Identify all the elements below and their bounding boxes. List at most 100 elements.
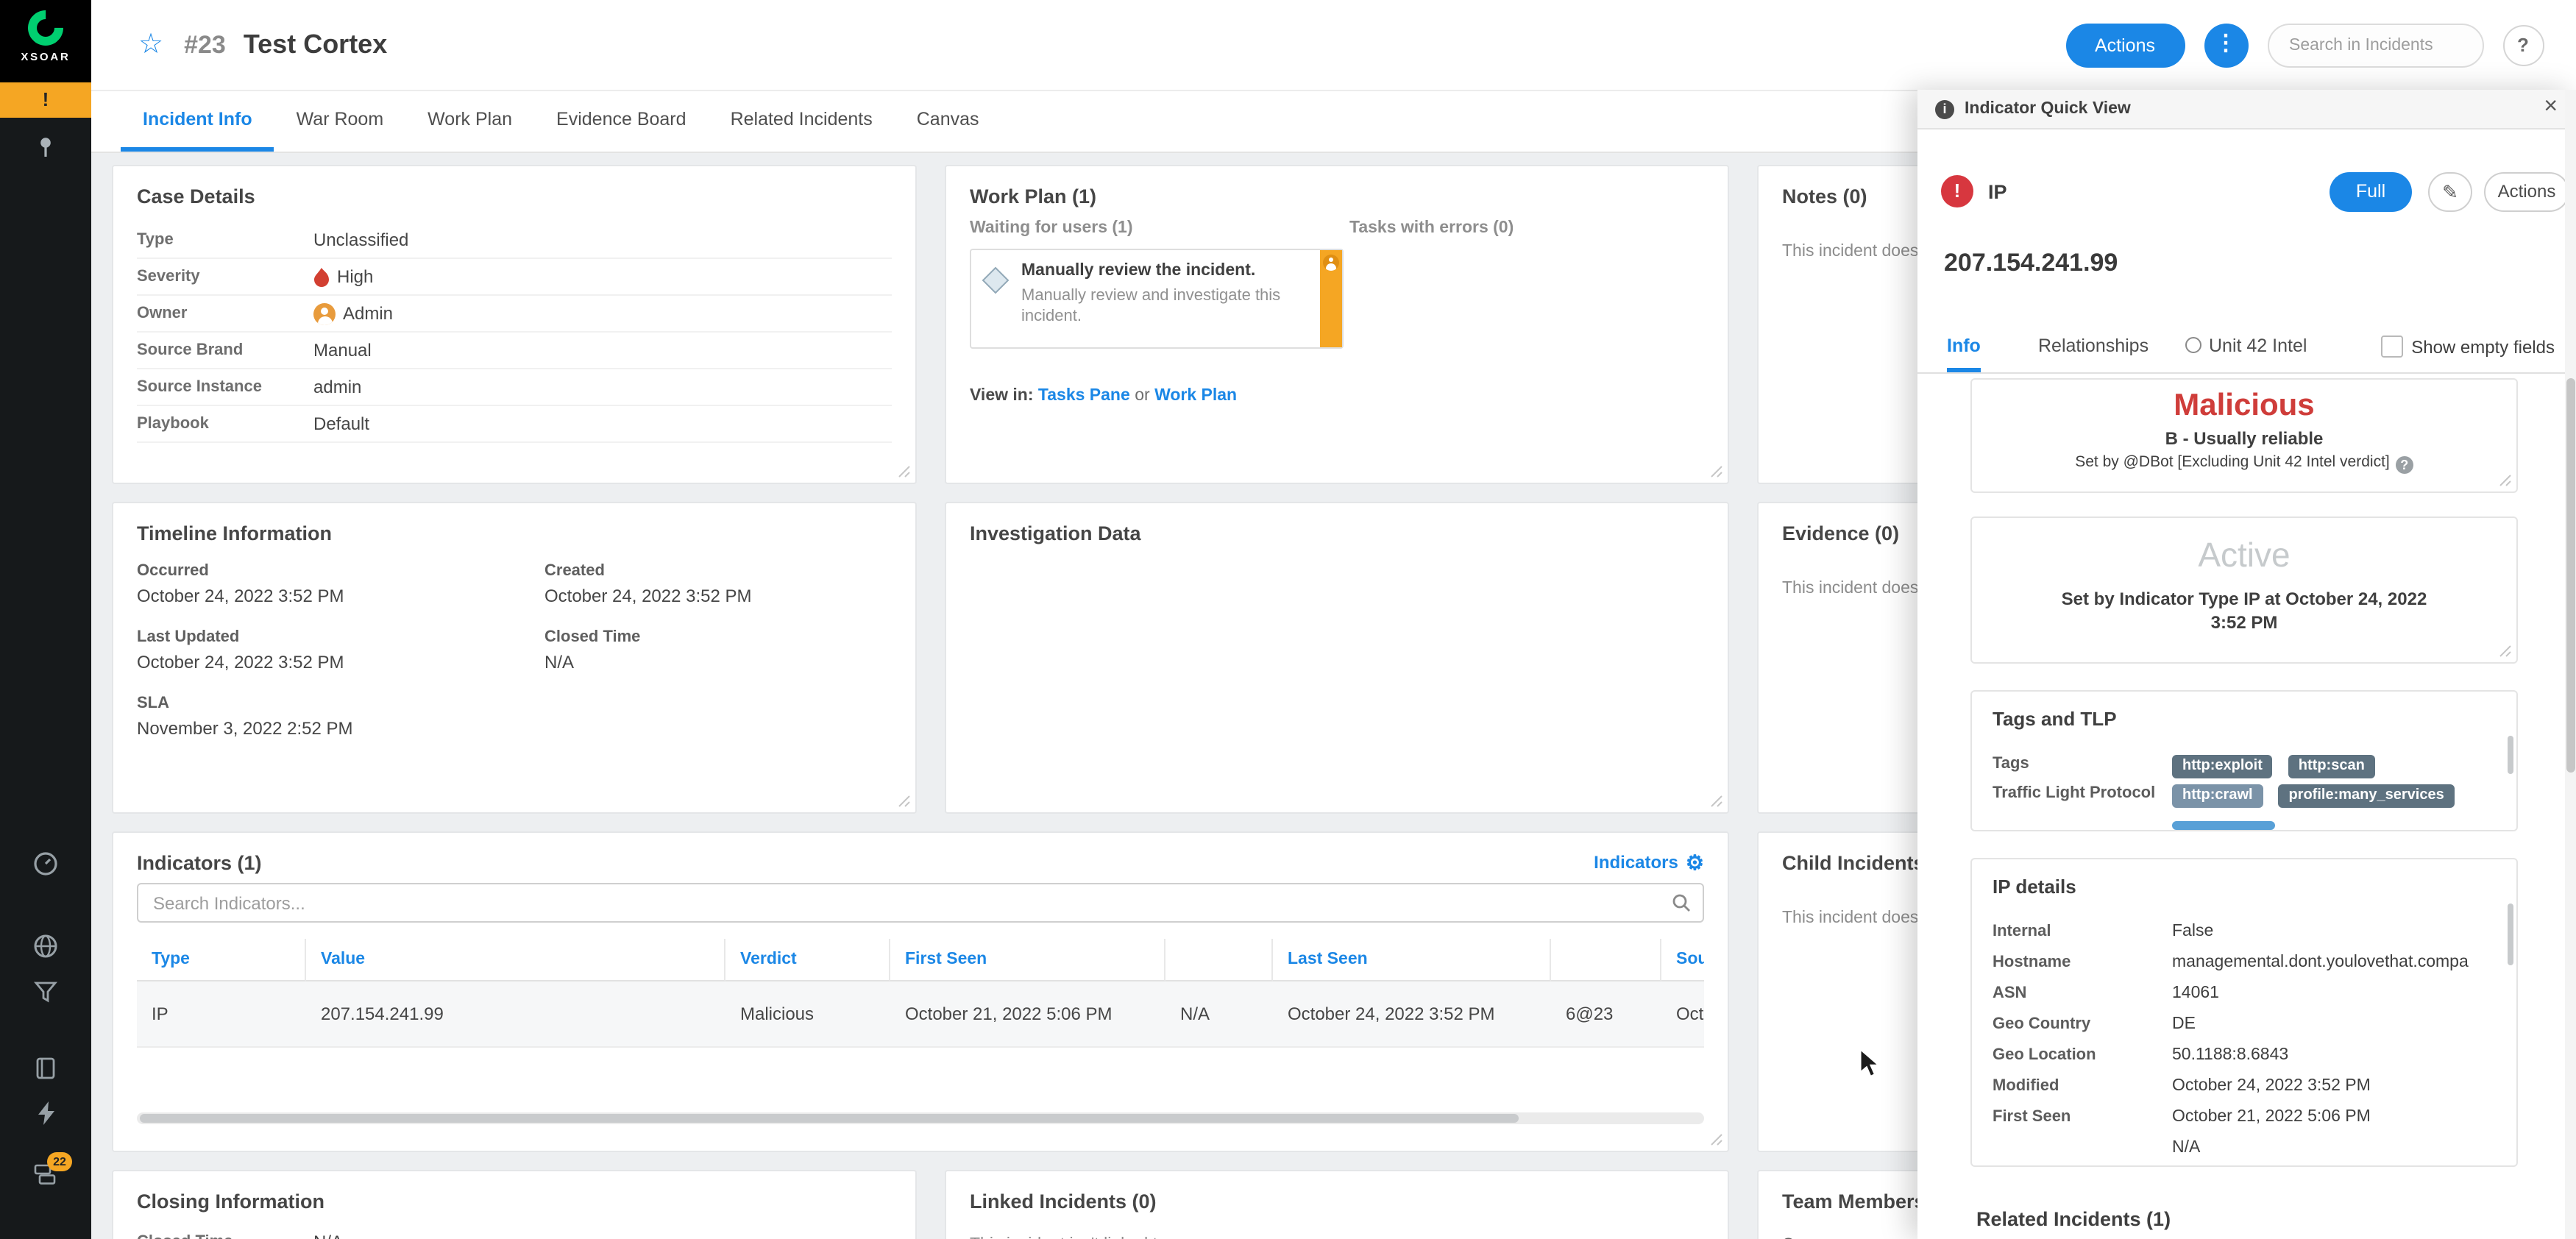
col-type[interactable]: Type bbox=[137, 939, 306, 981]
card-scrollbar-thumb[interactable] bbox=[2508, 736, 2513, 774]
card-title: Timeline Information bbox=[137, 522, 333, 544]
more-menu-button[interactable]: ⋮ bbox=[2204, 23, 2248, 67]
indicators-table-header: Type Value Verdict First Seen Last Seen … bbox=[137, 939, 1704, 981]
favorite-star-icon[interactable]: ☆ bbox=[138, 28, 163, 62]
scrollbar-thumb[interactable] bbox=[2566, 378, 2575, 773]
marketplace-layers-icon[interactable]: 22 bbox=[0, 1152, 91, 1193]
tasks-with-errors-label: Tasks with errors (0) bbox=[1349, 219, 1514, 237]
verdict-value: Malicious bbox=[2174, 388, 2315, 422]
indicators-horizontal-scrollbar[interactable] bbox=[137, 1112, 1704, 1124]
tasks-pane-link[interactable]: Tasks Pane bbox=[1038, 387, 1130, 405]
actions-button[interactable]: Actions bbox=[2065, 23, 2185, 67]
tab-related-incidents[interactable]: Related Incidents bbox=[709, 90, 895, 152]
verdict-card: Malicious B - Usually reliable Set by @D… bbox=[1970, 378, 2518, 493]
task-state-diamond-icon bbox=[982, 266, 1010, 294]
work-plan-card: Work Plan (1) Waiting for users (1) Task… bbox=[945, 165, 1729, 484]
work-plan-link[interactable]: Work Plan bbox=[1154, 387, 1237, 405]
card-title: Investigation Data bbox=[970, 522, 1141, 544]
cell-type: IP bbox=[137, 981, 306, 1048]
edit-pencil-button[interactable]: ✎ bbox=[2428, 172, 2472, 212]
sidebar: XSOAR ! 22 bbox=[0, 0, 91, 1239]
cell-first-seen: October 21, 2022 5:06 PM bbox=[890, 981, 1165, 1048]
tag-badge[interactable]: http:crawl bbox=[2172, 784, 2263, 807]
full-view-button[interactable]: Full bbox=[2330, 172, 2412, 212]
card-scrollbar-thumb[interactable] bbox=[2508, 903, 2513, 965]
question-icon[interactable]: ? bbox=[2395, 456, 2413, 474]
indicators-settings-link[interactable]: Indicators ⚙ bbox=[1594, 852, 1704, 873]
resize-handle[interactable] bbox=[1710, 465, 1723, 478]
pin-icon[interactable] bbox=[0, 135, 91, 166]
playbooks-book-icon[interactable] bbox=[0, 1057, 91, 1087]
quick-view-title: Indicator Quick View bbox=[1965, 100, 2131, 118]
unit42-icon bbox=[2185, 337, 2201, 353]
col-value[interactable]: Value bbox=[306, 939, 725, 981]
tab-war-room[interactable]: War Room bbox=[274, 90, 406, 152]
indicator-type-label: IP bbox=[1988, 181, 2007, 203]
tag-badge[interactable]: profile:many_services bbox=[2278, 784, 2455, 807]
task-description: Manually review and investigate this inc… bbox=[1021, 287, 1281, 325]
indicator-table-row[interactable]: IP 207.154.241.99 Malicious October 21, … bbox=[137, 981, 1704, 1048]
threat-intel-globe-icon[interactable] bbox=[0, 933, 91, 967]
resize-handle[interactable] bbox=[1710, 795, 1723, 808]
info-icon: i bbox=[1935, 99, 1954, 118]
col-first-seen[interactable]: First Seen bbox=[890, 939, 1165, 981]
automation-bolt-icon[interactable] bbox=[0, 1101, 91, 1133]
scrollbar-thumb[interactable] bbox=[140, 1114, 1519, 1123]
resize-handle[interactable] bbox=[2499, 474, 2512, 487]
resize-handle[interactable] bbox=[898, 795, 911, 808]
timeline-card: Timeline Information Occurred October 24… bbox=[112, 502, 917, 814]
tlp-row: Traffic Light Protocol http:crawl profil… bbox=[1993, 780, 2502, 807]
related-incidents-title: Related Incidents (1) bbox=[1976, 1208, 2171, 1230]
tab-canvas[interactable]: Canvas bbox=[895, 90, 1001, 152]
page-vertical-scrollbar[interactable] bbox=[2564, 90, 2576, 1239]
tab-incident-info[interactable]: Incident Info bbox=[121, 90, 274, 152]
cell-incident-link[interactable]: 6@23 bbox=[1551, 981, 1661, 1048]
col-last-seen[interactable]: Last Seen bbox=[1273, 939, 1551, 981]
ip-row-geo-location: Geo Location 50.1188:8.6843 bbox=[1993, 1045, 2289, 1063]
col-blank-1[interactable] bbox=[1165, 939, 1273, 981]
resize-handle[interactable] bbox=[898, 465, 911, 478]
search-icon bbox=[1672, 894, 1690, 912]
col-source-time[interactable]: Source Ti bbox=[1661, 939, 1704, 981]
tab-evidence-board[interactable]: Evidence Board bbox=[534, 90, 709, 152]
case-row-type: Type Unclassified bbox=[137, 222, 892, 259]
qv-tab-info[interactable]: Info bbox=[1947, 325, 1981, 372]
tag-badge[interactable]: http:exploit bbox=[2172, 754, 2273, 778]
timer-icon[interactable] bbox=[0, 851, 91, 884]
verdict-source: Set by @DBot [Excluding Unit 42 Intel ve… bbox=[1972, 453, 2516, 474]
xsoar-logo[interactable]: XSOAR bbox=[0, 0, 91, 82]
closing-row-closed-time: Closed Time N/A bbox=[137, 1224, 892, 1239]
resize-handle[interactable] bbox=[2499, 645, 2512, 658]
close-icon[interactable]: × bbox=[2544, 94, 2558, 121]
col-verdict[interactable]: Verdict bbox=[725, 939, 890, 981]
task-card[interactable]: Manually review the incident. Manually r… bbox=[970, 249, 1344, 349]
linked-incidents-card: Linked Incidents (0) This incident isn't… bbox=[945, 1170, 1729, 1239]
quick-view-header: i Indicator Quick View × bbox=[1917, 90, 2575, 129]
col-blank-2[interactable] bbox=[1551, 939, 1661, 981]
show-empty-fields-toggle[interactable]: Show empty fields bbox=[2380, 336, 2555, 358]
clipped-badge bbox=[2172, 821, 2275, 830]
tab-work-plan[interactable]: Work Plan bbox=[405, 90, 534, 152]
incident-search-input[interactable] bbox=[2267, 23, 2483, 67]
filter-funnel-icon[interactable] bbox=[0, 980, 91, 1011]
show-empty-checkbox[interactable] bbox=[2380, 336, 2403, 358]
task-owner-strip bbox=[1320, 250, 1342, 347]
qv-tab-relationships[interactable]: Relationships bbox=[2038, 325, 2149, 368]
notes-empty-text: This incident does bbox=[1782, 243, 1919, 260]
tag-badge[interactable]: http:scan bbox=[2288, 754, 2375, 778]
qv-tab-unit42-intel[interactable]: Unit 42 Intel bbox=[2185, 325, 2307, 368]
indicators-search-input[interactable] bbox=[137, 883, 1704, 923]
timeline-created: Created October 24, 2022 3:52 PM bbox=[544, 562, 752, 606]
incident-id: #23 bbox=[184, 30, 226, 58]
tags-tlp-card: Tags and TLP Tags http:exploit http:scan… bbox=[1970, 690, 2518, 831]
help-button[interactable]: ? bbox=[2502, 24, 2544, 65]
resize-handle[interactable] bbox=[1710, 1133, 1723, 1146]
cell-indicator-value-link[interactable]: 207.154.241.99 bbox=[306, 981, 725, 1048]
gear-icon[interactable]: ⚙ bbox=[1686, 852, 1704, 873]
card-title: Closing Information bbox=[137, 1190, 324, 1213]
card-title: Case Details bbox=[137, 185, 255, 207]
sidebar-alert-badge[interactable]: ! bbox=[0, 82, 91, 118]
timeline-occurred: Occurred October 24, 2022 3:52 PM bbox=[137, 562, 344, 606]
severity-high-icon bbox=[314, 267, 329, 286]
quick-view-actions-button[interactable]: Actions bbox=[2484, 172, 2569, 212]
